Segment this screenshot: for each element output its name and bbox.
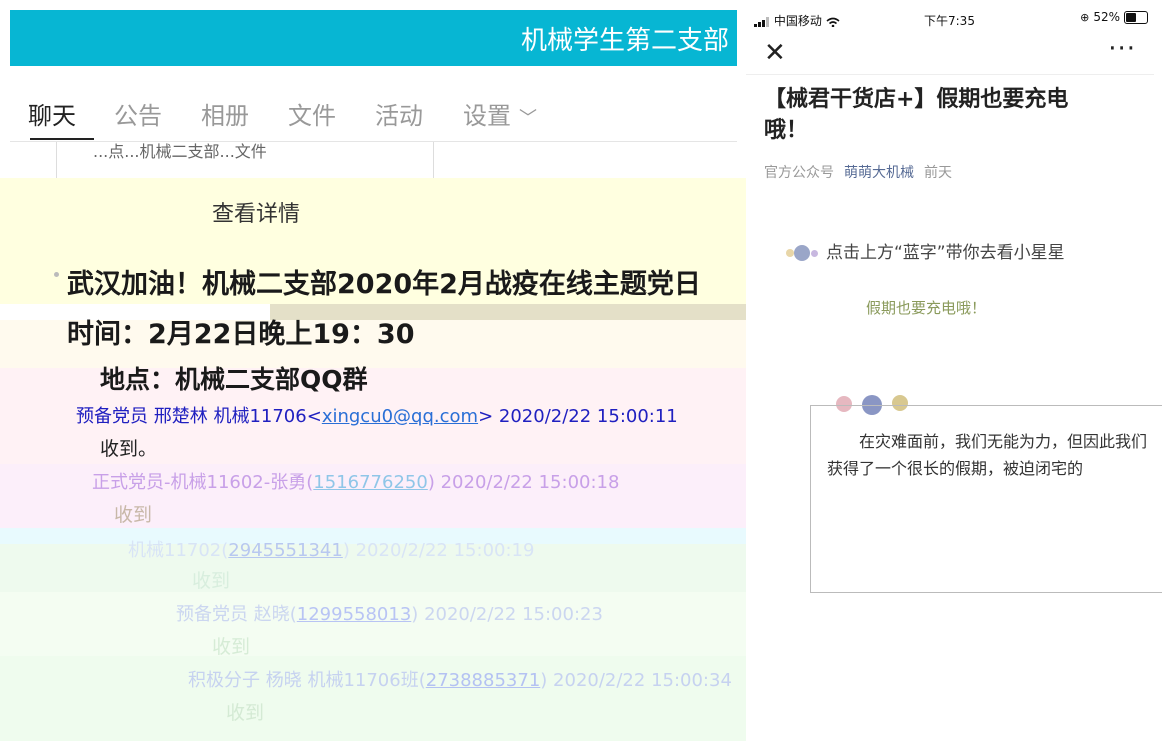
close-icon[interactable]: ✕ xyxy=(764,38,786,68)
tab-files[interactable]: 文件 xyxy=(288,96,336,131)
battery-status: ⊕ 52% xyxy=(1080,10,1148,24)
message-body: 收到 xyxy=(114,504,153,526)
doc-card-text: ...点...机械二支部...文件 xyxy=(93,142,267,161)
carrier-name: 中国移动 xyxy=(773,14,822,28)
announcement-title: 武汉加油！机械二支部2020年2月战疫在线主题党日 xyxy=(67,269,701,300)
wifi-icon xyxy=(826,17,840,27)
sender-role: 预备党员 xyxy=(176,604,248,625)
sender-name[interactable]: 机械11702 xyxy=(128,540,221,561)
contact-suffix: > xyxy=(478,406,494,427)
follow-prompt-text: 点击上方“蓝字”带你去看小星星 xyxy=(826,243,1065,263)
article-title: 【械君干货店+】假期也要充电哦！ xyxy=(764,87,1069,143)
follow-prompt: 点击上方“蓝字”带你去看小星星 xyxy=(786,238,1065,263)
signal-icon xyxy=(754,16,769,27)
message-body: 收到。 xyxy=(100,438,158,460)
message-header: 积极分子 杨晓 机械11706班(2738885371) 2020/2/22 1… xyxy=(188,666,732,692)
tab-settings[interactable]: 设置 ﹀ xyxy=(463,96,537,131)
sender-contact-link[interactable]: 1516776250 xyxy=(313,472,428,493)
battery-icon xyxy=(1124,10,1148,24)
contact-suffix: ) xyxy=(540,670,548,691)
message-header: 预备党员 邢楚林 机械11706<xingcu0@qq.com> 2020/2/… xyxy=(76,402,678,428)
message-body: 收到 xyxy=(226,702,265,724)
message-time: 2020/2/22 15:00:11 xyxy=(498,406,678,427)
message-time: 2020/2/22 15:00:34 xyxy=(553,670,732,691)
tab-bar: 聊天 公告 相册 文件 活动 设置 ﹀ xyxy=(10,92,737,142)
announcement-time: 时间：2月22日晚上19：30 xyxy=(67,319,415,350)
article-paragraph-box: 在灾难面前，我们无能为力，但因此我们获得了一个很长的假期，被迫闭宅的 xyxy=(810,405,1162,593)
sender-contact-link[interactable]: 2738885371 xyxy=(426,670,541,691)
sender-name[interactable]: 杨晓 机械11706班 xyxy=(266,670,419,691)
article-source: 官方公众号 xyxy=(764,165,834,181)
message-time: 2020/2/22 15:00:19 xyxy=(355,540,535,561)
message-time: 2020/2/22 15:00:18 xyxy=(440,472,620,493)
article-subtitle: 假期也要充电哦！ xyxy=(866,299,987,317)
chevron-down-icon: ﹀ xyxy=(519,108,537,129)
sender-contact-link[interactable]: 1299558013 xyxy=(297,604,412,625)
contact-suffix: ) xyxy=(342,540,350,561)
sender-role: 正式党员 xyxy=(92,472,164,493)
article-paragraph: 在灾难面前，我们无能为力，但因此我们获得了一个很长的假期，被迫闭宅的 xyxy=(827,432,1148,478)
sender-name[interactable]: 邢楚林 机械11706 xyxy=(154,406,307,427)
group-header: 机械学生第二支部 xyxy=(10,10,737,66)
sender-role: 预备党员 xyxy=(76,406,148,427)
message-header: 正式党员-机械11602-张勇(1516776250) 2020/2/22 15… xyxy=(92,472,620,493)
announcement-place: 地点：机械二支部QQ群 xyxy=(100,365,368,394)
message-header: 机械11702(2945551341) 2020/2/22 15:00:19 xyxy=(128,536,534,562)
orientation-lock-icon: ⊕ xyxy=(1080,10,1090,24)
contact-prefix: ( xyxy=(418,670,426,691)
message-body: 收到 xyxy=(192,570,231,592)
tab-settings-label: 设置 xyxy=(463,102,511,130)
contact-prefix: < xyxy=(306,406,322,427)
carrier: 中国移动 xyxy=(754,12,840,29)
battery-percent: 52% xyxy=(1093,10,1120,24)
planet-deco-icon xyxy=(786,245,820,261)
status-time: 下午7:35 xyxy=(924,14,975,28)
contact-suffix: ) xyxy=(427,472,435,493)
article-date: 前天 xyxy=(924,165,952,181)
tab-activities[interactable]: 活动 xyxy=(375,96,423,131)
sender-role: 积极分子 xyxy=(188,670,260,691)
sender-contact-link[interactable]: 2945551341 xyxy=(228,540,343,561)
message-time: 2020/2/22 15:00:23 xyxy=(424,604,603,625)
view-details-link[interactable]: 查看详情 xyxy=(212,196,300,228)
tab-album[interactable]: 相册 xyxy=(201,96,249,131)
group-name: 机械学生第二支部 xyxy=(520,25,729,56)
account-name-link[interactable]: 萌萌大机械 xyxy=(844,165,914,181)
doc-card[interactable]: ...点...机械二支部...文件 xyxy=(56,142,434,178)
tab-announcements[interactable]: 公告 xyxy=(114,96,162,131)
article-meta: 官方公众号 萌萌大机械 前天 xyxy=(764,162,952,182)
more-icon[interactable]: ··· xyxy=(1108,34,1136,64)
sender-name[interactable]: 赵晓 xyxy=(254,604,290,625)
phone-screen: 中国移动 下午7:35 ⊕ 52% ✕ ··· 【械君干货店+】假期也要充电哦！… xyxy=(746,0,1162,741)
contact-suffix: ) xyxy=(411,604,419,625)
sender-contact-link[interactable]: xingcu0@qq.com xyxy=(322,406,478,427)
contact-prefix: ( xyxy=(289,604,297,625)
tab-chat[interactable]: 聊天 xyxy=(28,96,76,131)
message-body: 收到 xyxy=(212,636,251,658)
bullet-dot xyxy=(54,272,59,277)
sender-name[interactable]: 机械11602-张勇 xyxy=(171,472,307,493)
active-tab-underline xyxy=(30,138,94,140)
article-topbar: ✕ ··· xyxy=(746,34,1154,75)
status-bar: 中国移动 下午7:35 ⊕ 52% xyxy=(746,8,1162,30)
message-header: 预备党员 赵晓(1299558013) 2020/2/22 15:00:23 xyxy=(176,600,603,626)
